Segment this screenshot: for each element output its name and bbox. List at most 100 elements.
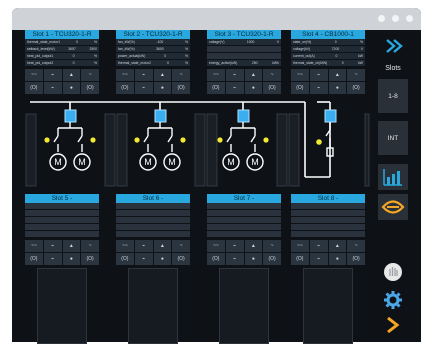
warning-icon: ▲ (244, 240, 263, 252)
slot-card-6[interactable]: Slot 6 - ~~ ⌁ ▲ ~ (O) ⌁ ● (O) (116, 194, 190, 265)
indicator-icon: ● (328, 253, 347, 265)
slot-title: Slot 5 - (25, 194, 99, 203)
slot-title: Slot 8 - (291, 194, 365, 203)
indicator-icon: ● (244, 253, 263, 265)
int-button[interactable]: INT (378, 121, 408, 155)
wave-icon: ~~ (25, 240, 43, 252)
expand-chevrons-icon[interactable] (384, 38, 404, 54)
status-icon-row: (O) ⌁ ● (O) (25, 253, 99, 265)
right-sidebar: Slots 1-8 INT (374, 30, 409, 334)
svg-text:M: M (227, 157, 235, 167)
value-row (207, 231, 281, 238)
wave-icon: ~~ (116, 240, 134, 252)
value-row (25, 231, 99, 238)
slot-card-5[interactable]: Slot 5 - ~~ ⌁ ▲ ~ (O) ⌁ ● (O) (25, 194, 99, 265)
slot-values: fan_kW(%) -100% fan_kW(%) 3600% power_actu… (116, 39, 190, 67)
slot-card-1[interactable]: Slot 1 - TCU320-1-R thermal_state_motor1… (25, 30, 99, 94)
warning-icon: ▲ (153, 240, 172, 252)
value-row (291, 203, 365, 210)
status-icon-row: (O) ⌁ ● (O) (116, 253, 190, 265)
meter-icon: ⌁ (225, 253, 244, 265)
switch-icon: (O) (207, 253, 225, 265)
slot-title: Slot 2 - TCU320-1-R (116, 30, 190, 39)
slot-values (116, 203, 190, 238)
value-row (25, 224, 99, 231)
value-row: fan_kW(%) 3600% (116, 47, 190, 53)
curve-icon: ~ (347, 69, 365, 81)
window-dot[interactable] (406, 15, 413, 22)
warning-icon: ▲ (62, 69, 81, 81)
status-icon-row: ~~ ⌁ ▲ ~ (116, 240, 190, 252)
next-chevron-icon[interactable] (386, 317, 400, 333)
value-row (291, 231, 365, 238)
window-dot[interactable] (378, 15, 385, 22)
window-controls (378, 15, 413, 22)
wave-icon: ~~ (291, 69, 309, 81)
breaker-icon[interactable] (154, 109, 167, 123)
status-light-icon (90, 137, 96, 143)
flash-icon: ⌁ (134, 240, 153, 252)
switch-icon: (O) (347, 253, 365, 265)
slot-card-4[interactable]: Slot 4 - CB1000-1 state_on(%) 0% voltage(… (291, 30, 365, 94)
curve-icon: ~ (172, 69, 190, 81)
slot-title: Slot 3 - TCU320-1-R (207, 30, 281, 39)
value-row (116, 231, 190, 238)
svg-text:M: M (144, 157, 152, 167)
hand-icon[interactable] (383, 262, 403, 282)
svg-text:M: M (168, 157, 176, 167)
value-row (207, 53, 281, 60)
slot-card-8[interactable]: Slot 8 - ~~ ⌁ ▲ ~ (O) ⌁ ● (O) (291, 194, 365, 265)
slot-card-7[interactable]: Slot 7 - ~~ ⌁ ▲ ~ (O) ⌁ ● (O) (207, 194, 281, 265)
status-icon-row: (O) ⌁ ● (O) (291, 253, 365, 265)
slot-card-3[interactable]: Slot 3 - TCU320-1-R voltage(V) 1000 V ener… (207, 30, 281, 94)
slot-values: thermal_state_motor1 0% setback_level(kW)… (25, 39, 99, 67)
status-light-icon (217, 137, 223, 143)
status-icon-row: ~~ ⌁ ▲ ~ (25, 240, 99, 252)
switch-icon: (O) (291, 253, 309, 265)
value-row (207, 46, 281, 53)
warning-icon: ▲ (153, 69, 172, 81)
flash-icon: ⌁ (134, 69, 153, 81)
flash-icon: ⌁ (43, 240, 62, 252)
chart-button[interactable] (378, 164, 408, 190)
status-light-icon (44, 137, 50, 143)
value-row: thermal_state_motor2 0% (116, 60, 190, 67)
switch-icon: (O) (172, 253, 190, 265)
breaker-icon[interactable] (64, 109, 77, 123)
drawer-panel (37, 268, 87, 344)
eye-icon (381, 200, 405, 214)
slot-values: voltage(V) 1000 V energy_active(kW) 250 kWh (207, 39, 281, 67)
wave-icon: ~~ (207, 240, 225, 252)
single-line-diagram: MM MM MM (25, 101, 370, 187)
slots-range-button[interactable]: 1-8 (378, 79, 408, 113)
value-row (291, 224, 365, 231)
warning-icon: ▲ (62, 240, 81, 252)
wave-icon: ~~ (207, 69, 225, 81)
status-icon-row: ~~ ⌁ ▲ ~ (207, 240, 281, 252)
value-row: energy_active(kW) 250 kWh (207, 60, 281, 67)
value-row: current_out(A) 0 kW (291, 54, 365, 60)
warning-icon: ▲ (328, 69, 347, 81)
value-row: thermal_state_motor1 0% (25, 39, 99, 46)
status-icon-row: ~~ ⌁ ▲ ~ (291, 240, 365, 252)
curve-icon: ~ (81, 69, 99, 81)
flash-icon: ⌁ (43, 69, 62, 81)
wave-icon: ~~ (25, 69, 43, 81)
status-icon-row: ~~ ⌁ ▲ ~ (207, 69, 281, 81)
slot-card-2[interactable]: Slot 2 - TCU320-1-R fan_kW(%) -100% fan_k… (116, 30, 190, 94)
curve-icon: ~ (263, 240, 281, 252)
breaker-icon[interactable] (237, 109, 250, 123)
meter-icon: ⌁ (134, 253, 153, 265)
view-toggle-button[interactable] (378, 194, 408, 220)
switch-icon: (O) (25, 253, 43, 265)
value-row (207, 224, 281, 231)
slot-title: Slot 7 - (207, 194, 281, 203)
gear-icon[interactable] (383, 290, 403, 310)
wave-icon: ~~ (291, 240, 309, 252)
value-row: heat_pid_output1 0% (25, 54, 99, 60)
meter-icon: ⌁ (43, 253, 62, 265)
svg-text:M: M (54, 157, 62, 167)
breaker-icon[interactable] (324, 109, 337, 123)
meter-icon: ⌁ (309, 253, 328, 265)
window-dot[interactable] (392, 15, 399, 22)
